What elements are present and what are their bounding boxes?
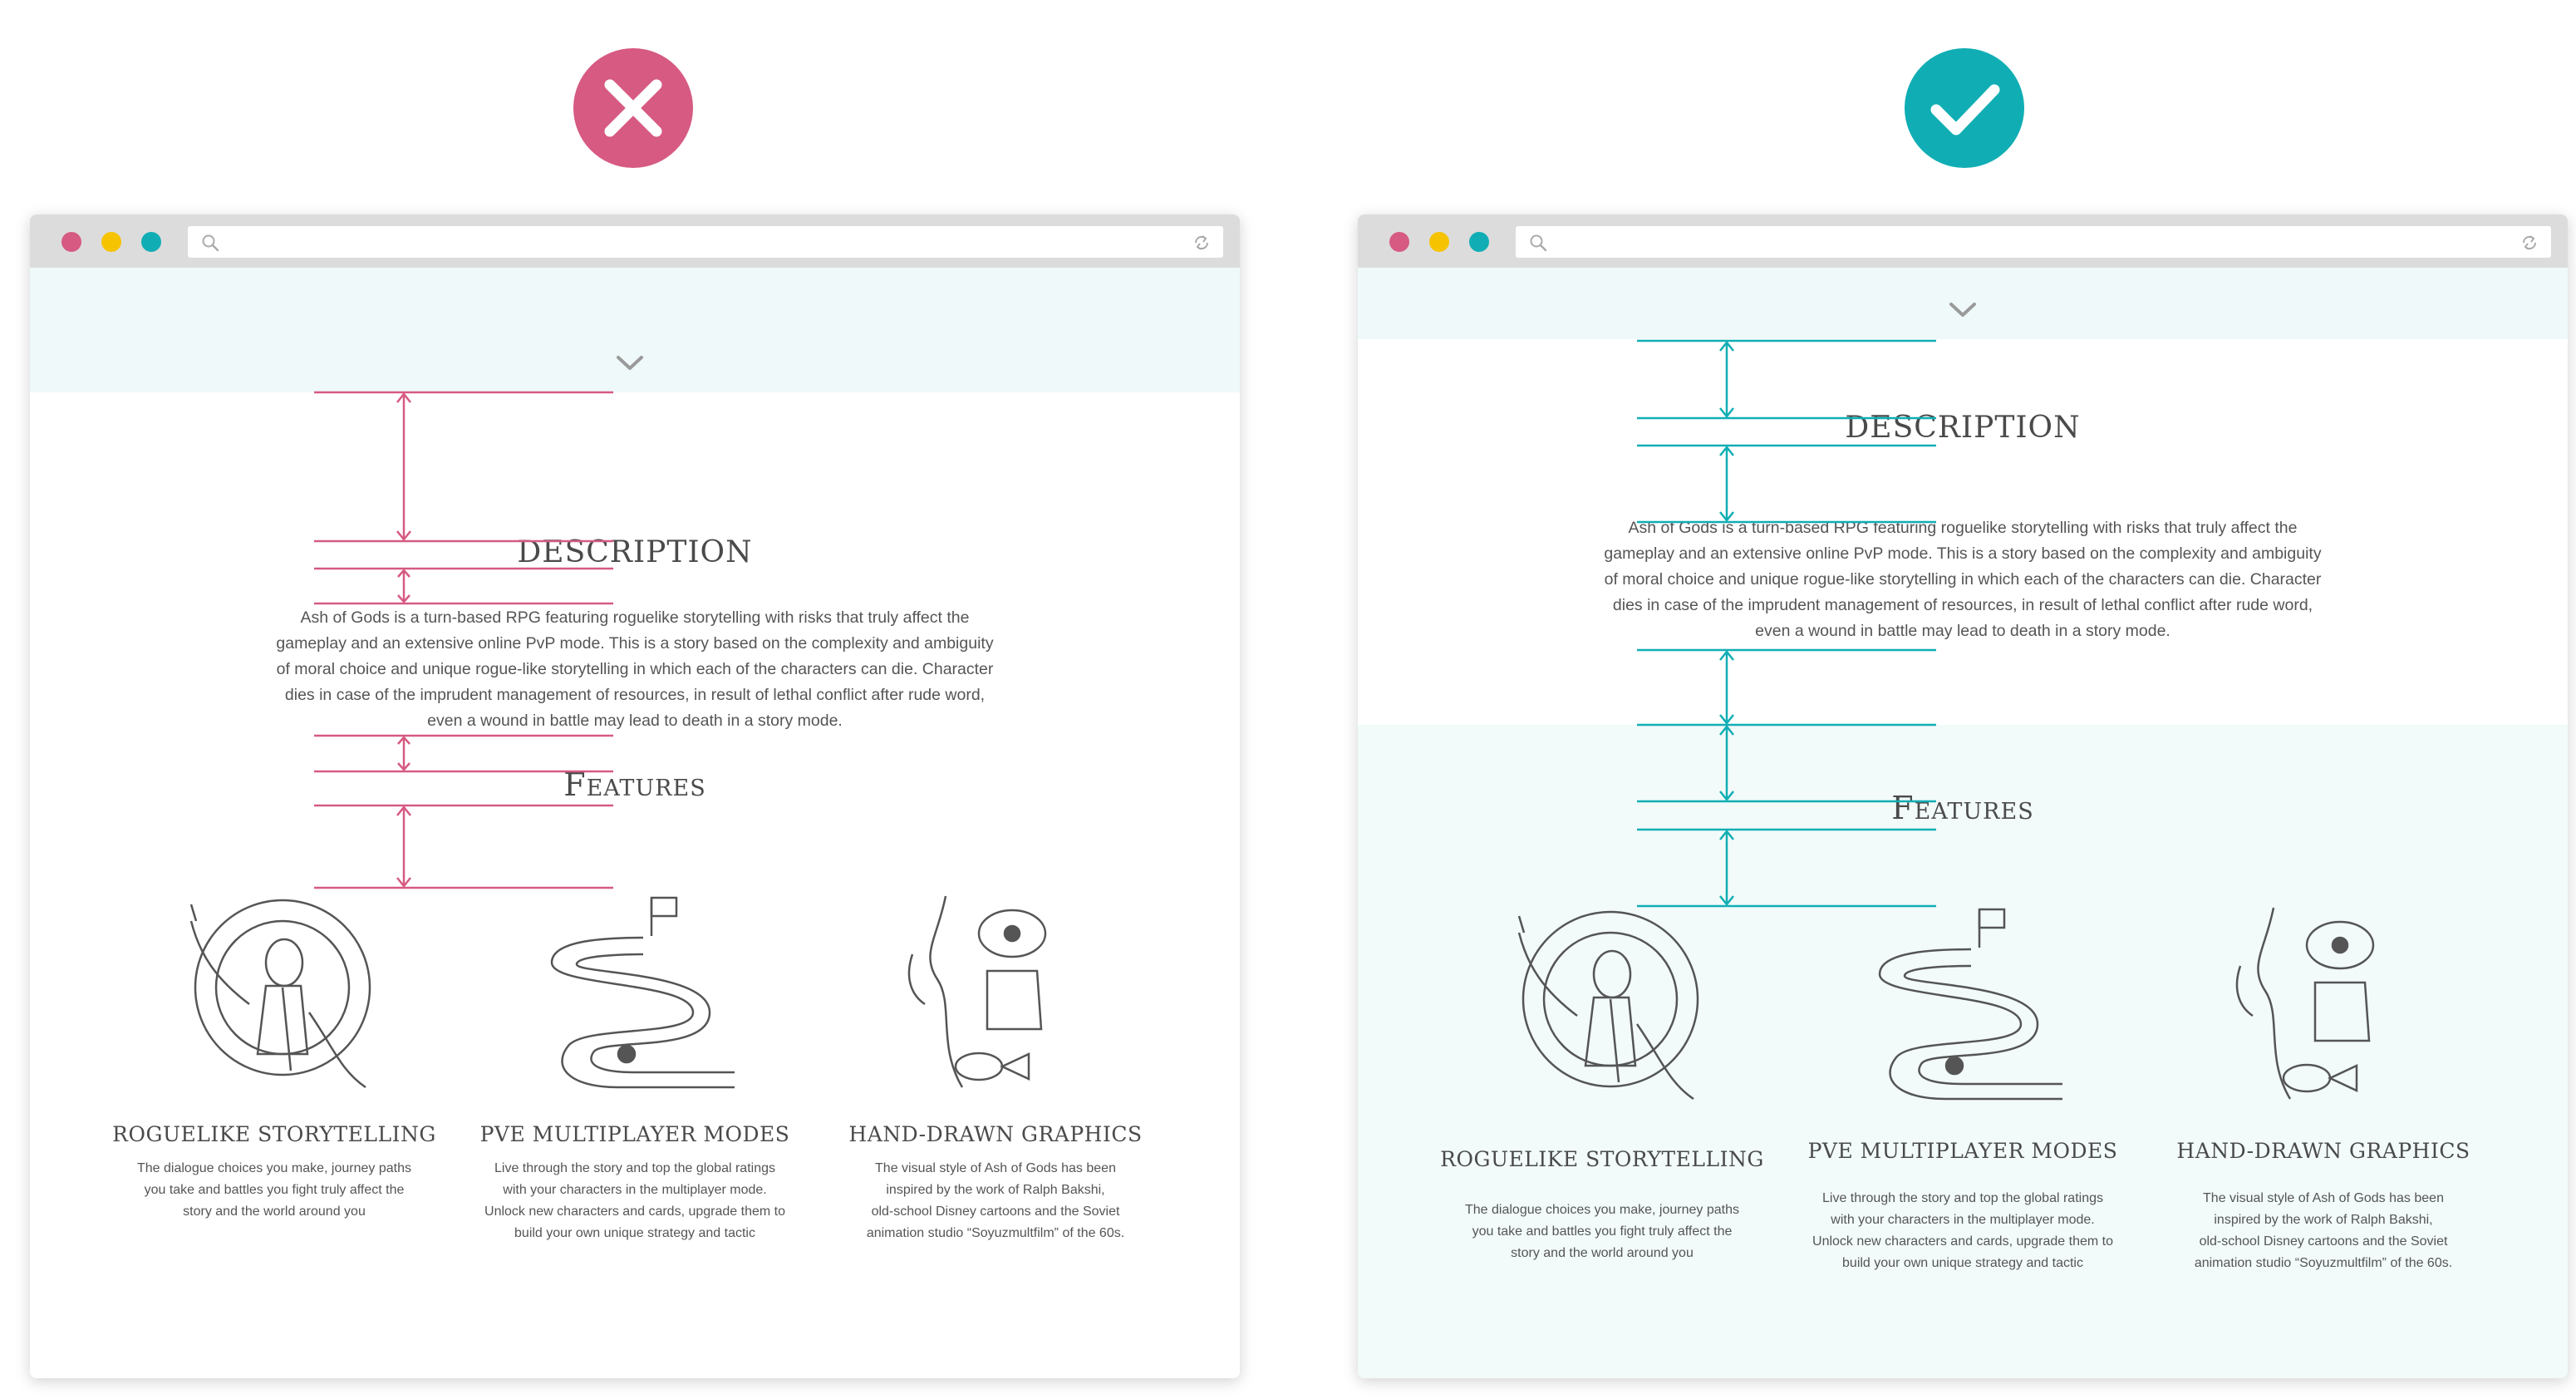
feature-title: PVE MULTIPLAYER MODES bbox=[479, 1122, 790, 1146]
feature-title: HAND-DRAWN GRAPHICS bbox=[848, 1122, 1143, 1146]
feature-graphics: HAND-DRAWN GRAPHICS The visual style of … bbox=[2149, 899, 2498, 1274]
browser-window-incorrect: DESCRIPTION Ash of Gods is a turn-based … bbox=[30, 214, 1240, 1378]
hand-drawn-illustration bbox=[907, 895, 1047, 1088]
feature-line: build your own unique strategy and tacti… bbox=[1842, 1256, 2083, 1270]
feature-roguelike: ROGUELIKE STORYTELLING The dialogue choi… bbox=[1428, 899, 1777, 1264]
feature-line: The visual style of Ash of Gods has been bbox=[2203, 1191, 2444, 1205]
feature-line: inspired by the work of Ralph Bakshi, bbox=[2214, 1213, 2433, 1227]
feature-line: animation studio “Soyuzmultfilm” of the … bbox=[2194, 1256, 2453, 1270]
feature-line: build your own unique strategy and tacti… bbox=[514, 1226, 755, 1240]
feature-line: with your characters in the multiplayer … bbox=[503, 1183, 767, 1197]
feature-text: The visual style of Ash of Gods has been… bbox=[2149, 1188, 2498, 1274]
browser-window-correct: DESCRIPTION Ash of Gods is a turn-based … bbox=[1358, 214, 2568, 1378]
feature-line: story and the world around you bbox=[1511, 1246, 1694, 1260]
feature-roguelike: ROGUELIKE STORYTELLING The dialogue choi… bbox=[100, 888, 449, 1223]
feature-line: with your characters in the multiplayer … bbox=[1831, 1213, 2095, 1227]
feature-text: The visual style of Ash of Gods has been… bbox=[821, 1158, 1170, 1244]
feature-line: Unlock new characters and cards, upgrade… bbox=[484, 1204, 785, 1219]
feature-line: you take and battles you fight truly aff… bbox=[144, 1183, 405, 1197]
winding-road-illustration bbox=[550, 896, 735, 1089]
feature-pve: PVE MULTIPLAYER MODES Live through the s… bbox=[1788, 899, 2137, 1274]
check-icon bbox=[1930, 84, 2000, 135]
feature-line: old-school Disney cartoons and the Sovie… bbox=[871, 1204, 1120, 1219]
incorrect-badge bbox=[573, 48, 693, 168]
feature-line: you take and battles you fight truly aff… bbox=[1472, 1224, 1733, 1239]
feature-line: old-school Disney cartoons and the Sovie… bbox=[2199, 1234, 2448, 1249]
feature-line: The visual style of Ash of Gods has been bbox=[875, 1161, 1116, 1175]
storyteller-illustration bbox=[189, 899, 371, 1089]
feature-line: Live through the story and top the globa… bbox=[494, 1161, 775, 1175]
feature-line: The dialogue choices you make, journey p… bbox=[1465, 1203, 1739, 1217]
feature-graphics: HAND-DRAWN GRAPHICS The visual style of … bbox=[821, 888, 1170, 1244]
feature-title: HAND-DRAWN GRAPHICS bbox=[2176, 1139, 2470, 1163]
correct-badge bbox=[1905, 48, 2024, 168]
feature-title: ROGUELIKE STORYTELLING bbox=[1440, 1147, 1764, 1171]
feature-title: PVE MULTIPLAYER MODES bbox=[1807, 1139, 2118, 1163]
feature-line: Live through the story and top the globa… bbox=[1822, 1191, 2103, 1205]
feature-pve: PVE MULTIPLAYER MODES Live through the s… bbox=[460, 888, 809, 1244]
feature-line: inspired by the work of Ralph Bakshi, bbox=[886, 1183, 1105, 1197]
feature-line: animation studio “Soyuzmultfilm” of the … bbox=[866, 1226, 1125, 1240]
storyteller-illustration bbox=[1517, 910, 1699, 1101]
feature-text: Live through the story and top the globa… bbox=[460, 1158, 809, 1244]
feature-text: The dialogue choices you make, journey p… bbox=[1428, 1199, 1777, 1264]
feature-line: story and the world around you bbox=[183, 1204, 366, 1219]
feature-line: Unlock new characters and cards, upgrade… bbox=[1812, 1234, 2113, 1249]
hand-drawn-illustration bbox=[2235, 907, 2375, 1100]
feature-title: ROGUELIKE STORYTELLING bbox=[112, 1122, 436, 1146]
feature-line: The dialogue choices you make, journey p… bbox=[137, 1161, 411, 1175]
feature-text: The dialogue choices you make, journey p… bbox=[100, 1158, 449, 1223]
feature-text: Live through the story and top the globa… bbox=[1788, 1188, 2137, 1274]
winding-road-illustration bbox=[1878, 908, 2062, 1101]
cross-icon bbox=[604, 79, 662, 137]
